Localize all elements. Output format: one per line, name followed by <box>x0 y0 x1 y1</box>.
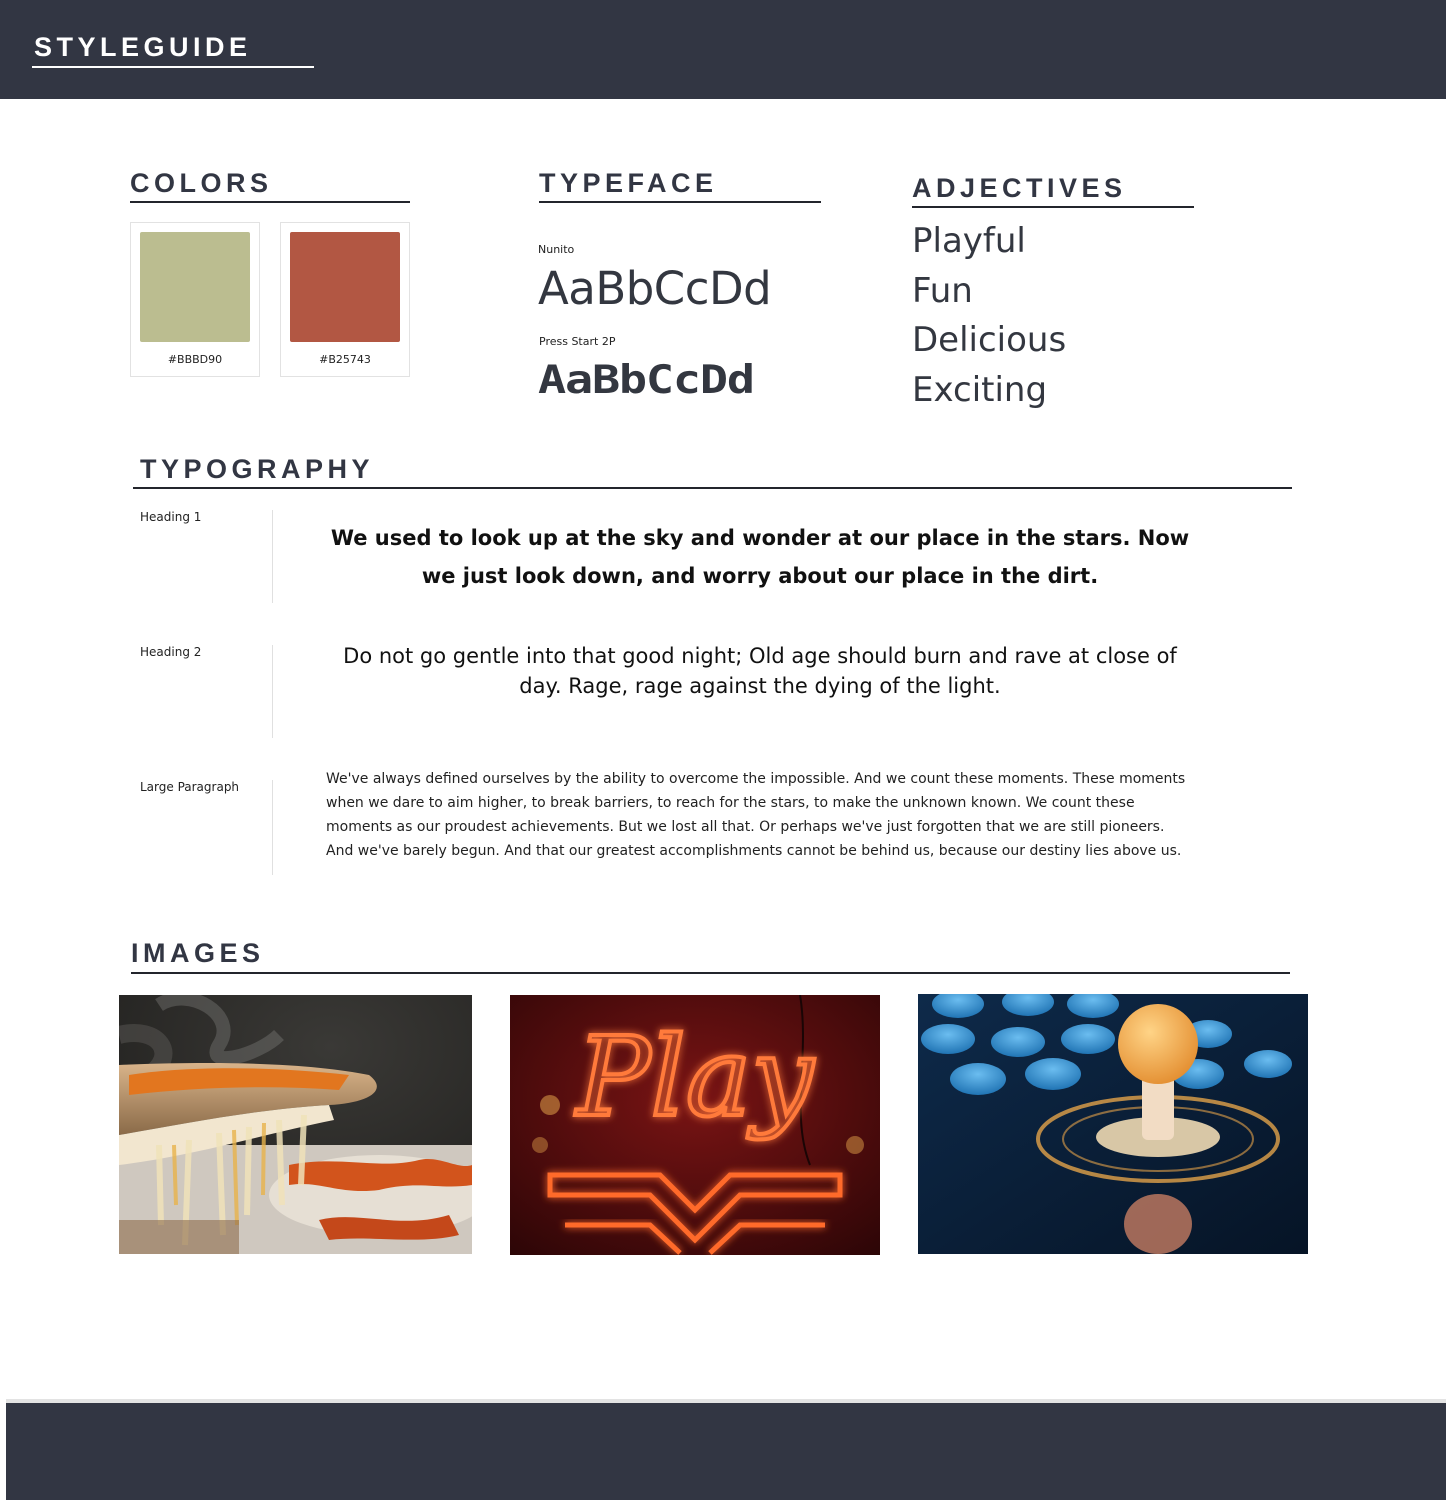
color-swatch <box>290 232 400 342</box>
typography-heading: TYPOGRAPHY <box>140 454 375 484</box>
color-swatch-card: #B25743 <box>280 222 410 377</box>
color-swatch <box>140 232 250 342</box>
colors-heading: COLORS <box>130 168 273 198</box>
type-row-label: Large Paragraph <box>140 780 240 794</box>
font-sample: AaBbCcDd <box>538 262 772 315</box>
color-hex-label: #B25743 <box>319 353 371 366</box>
type-row-label: Heading 1 <box>140 510 202 524</box>
type-row-divider <box>272 780 273 875</box>
footer-bar <box>6 1403 1446 1500</box>
typeface-heading: TYPEFACE <box>539 168 718 198</box>
color-swatch-card: #BBBD90 <box>130 222 260 377</box>
colors-heading-rule <box>130 201 410 203</box>
color-hex-label: #BBBD90 <box>167 353 223 366</box>
neon-play-text: Play <box>575 1013 816 1141</box>
type-row-divider <box>272 645 273 738</box>
font-name-label: Press Start 2P <box>539 335 616 348</box>
adjectives-heading-rule <box>912 206 1194 208</box>
adjectives-heading: ADJECTIVES <box>912 173 1127 203</box>
typography-heading-rule <box>133 487 1292 489</box>
type-row-label: Heading 2 <box>140 645 202 659</box>
paragraph-sample: We've always defined ourselves by the ab… <box>326 771 1186 859</box>
arcade-joystick-image <box>918 994 1308 1254</box>
images-heading: IMAGES <box>131 938 265 968</box>
adjective-item: Exciting <box>912 370 1048 410</box>
heading-2-sample: Do not go gentle into that good night; O… <box>343 644 1177 698</box>
type-row-divider <box>272 510 273 603</box>
typeface-heading-rule <box>539 201 821 203</box>
neon-play-image: Play <box>510 995 880 1255</box>
font-name-label: Nunito <box>538 243 575 256</box>
brand-title[interactable]: STYLEGUIDE <box>34 32 252 63</box>
top-bar: STYLEGUIDE <box>0 0 1446 99</box>
adjective-item: Delicious <box>912 320 1067 360</box>
adjective-item: Playful <box>912 221 1026 261</box>
images-heading-rule <box>131 972 1290 974</box>
font-sample: AaBbCcDd <box>538 358 755 403</box>
pizza-image <box>119 995 472 1254</box>
heading-1-sample: We used to look up at the sky and wonder… <box>330 526 1190 588</box>
brand-underline <box>32 66 314 68</box>
adjective-item: Fun <box>912 271 973 311</box>
